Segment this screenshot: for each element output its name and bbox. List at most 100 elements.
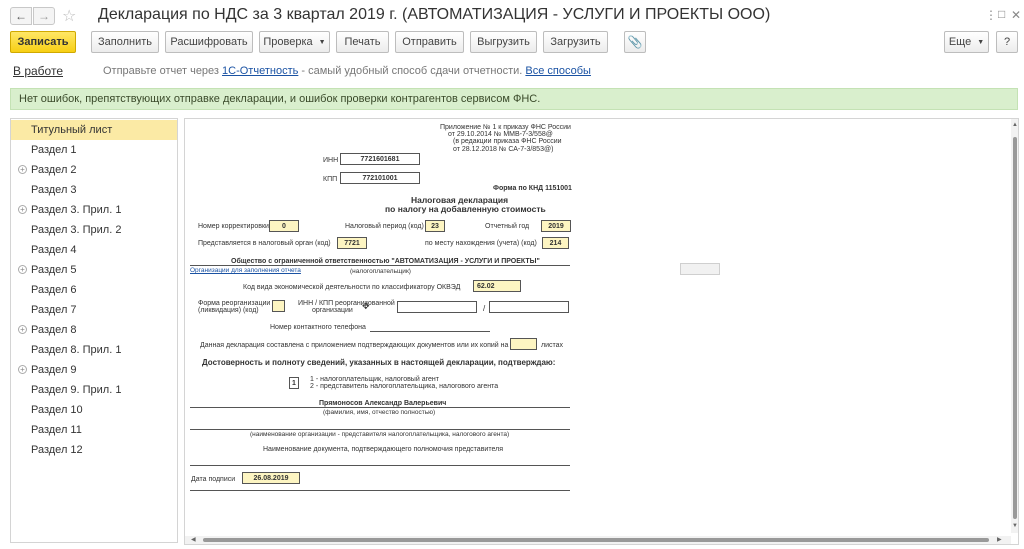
- sidebar-item[interactable]: + Раздел 2: [11, 160, 177, 180]
- scroll-right-icon[interactable]: ▶: [997, 536, 1002, 543]
- fill-button[interactable]: Заполнить: [91, 31, 159, 53]
- vertical-scroll-thumb[interactable]: [1013, 137, 1017, 519]
- sidebar-item-label: Раздел 2: [31, 164, 77, 176]
- expand-icon[interactable]: +: [18, 325, 27, 334]
- sidebar-item-label: Раздел 1: [31, 144, 77, 156]
- sidebar-item[interactable]: Раздел 4: [11, 240, 177, 260]
- maximize-button[interactable]: □: [998, 7, 1005, 21]
- period-field[interactable]: 23: [425, 220, 445, 232]
- sidebar-item[interactable]: Раздел 9. Прил. 1: [11, 380, 177, 400]
- favorite-button[interactable]: ☆: [62, 6, 76, 26]
- all-ways-link[interactable]: Все способы: [525, 65, 591, 77]
- sidebar-item[interactable]: Раздел 6: [11, 280, 177, 300]
- sidebar-item[interactable]: Раздел 7: [11, 300, 177, 320]
- expand-icon[interactable]: +: [18, 265, 27, 274]
- close-button[interactable]: ✕: [1011, 8, 1021, 22]
- reporting-hint: Отправьте отчет через 1С-Отчетность - са…: [103, 65, 591, 77]
- sidebar-item[interactable]: Раздел 10: [11, 400, 177, 420]
- side-input-field[interactable]: [680, 263, 720, 275]
- vertical-dots-icon: ⋮: [985, 8, 997, 22]
- more-dropdown-button[interactable]: Еще ▼: [944, 31, 989, 53]
- phone-field-line[interactable]: [370, 331, 490, 332]
- more-actions-button[interactable]: ⋮: [985, 8, 997, 22]
- 1c-reporting-link[interactable]: 1С-Отчетность: [222, 65, 298, 77]
- print-button[interactable]: Печать: [336, 31, 389, 53]
- sidebar-item[interactable]: + Раздел 5: [11, 260, 177, 280]
- kpp-field[interactable]: 772101001: [340, 172, 420, 184]
- cursor-move-icon: ✥: [362, 301, 370, 311]
- sidebar-item-label: Титульный лист: [31, 124, 113, 136]
- reorg-inn-label-2: организации: [312, 307, 353, 314]
- title-bar: ← → ☆ Декларация по НДС за 3 квартал 201…: [0, 0, 1024, 32]
- caret-down-icon: ▼: [318, 38, 326, 46]
- sidebar-item[interactable]: + Раздел 8: [11, 320, 177, 340]
- sign-date-field[interactable]: 26.08.2019: [242, 472, 300, 484]
- sheets-count-field[interactable]: [510, 338, 537, 350]
- sidebar-item[interactable]: + Раздел 9: [11, 360, 177, 380]
- sidebar-item[interactable]: Титульный лист: [11, 120, 177, 140]
- sidebar-item[interactable]: Раздел 3: [11, 180, 177, 200]
- save-button[interactable]: Записать: [10, 31, 76, 53]
- sidebar-item[interactable]: Раздел 8. Прил. 1: [11, 340, 177, 360]
- horizontal-scrollbar[interactable]: ◀ ▶: [185, 536, 1011, 544]
- okved-label: Код вида экономической деятельности по к…: [243, 284, 461, 291]
- authority-doc-caption: Наименование документа, подтверждающего …: [263, 446, 503, 453]
- paperclip-icon: 📎: [627, 35, 643, 49]
- reorg-code-field[interactable]: [272, 300, 285, 312]
- reorg-kpp-field[interactable]: [489, 301, 569, 313]
- sidebar-item-label: Раздел 7: [31, 304, 77, 316]
- import-button[interactable]: Загрузить: [543, 31, 608, 53]
- rep-org-caption: (наименование организации - представител…: [250, 431, 510, 438]
- arrow-right-icon: →: [38, 9, 50, 23]
- sidebar-item-label: Раздел 11: [31, 424, 82, 436]
- sidebar-item[interactable]: Раздел 1: [11, 140, 177, 160]
- signer-code-field[interactable]: 1: [289, 377, 299, 389]
- confirmation-title: Достоверность и полноту сведений, указан…: [202, 358, 556, 367]
- attach-button[interactable]: 📎: [624, 31, 646, 53]
- sidebar-item[interactable]: Раздел 11: [11, 420, 177, 440]
- attached-docs-label: Данная декларация составлена с приложени…: [200, 342, 509, 349]
- sign-date-label: Дата подписи: [191, 476, 236, 483]
- section-list: Титульный лист Раздел 1 + Раздел 2 Раздел 3 +…: [10, 118, 178, 543]
- check-dropdown-button[interactable]: Проверка ▼: [259, 31, 330, 53]
- send-button[interactable]: Отправить: [395, 31, 464, 53]
- authority-field[interactable]: 7721: [337, 237, 367, 249]
- horizontal-scroll-thumb[interactable]: [203, 538, 989, 542]
- sidebar-item[interactable]: Раздел 12: [11, 440, 177, 460]
- status-line: В работе Отправьте отчет через 1С-Отчетн…: [13, 64, 1013, 80]
- expand-icon[interactable]: +: [18, 365, 27, 374]
- back-button[interactable]: ←: [10, 7, 32, 25]
- sidebar-item-label: Раздел 12: [31, 444, 83, 456]
- location-label: по месту нахождения (учета) (код): [425, 240, 537, 247]
- export-button[interactable]: Выгрузить: [470, 31, 537, 53]
- expand-icon[interactable]: +: [18, 205, 27, 214]
- scroll-down-icon[interactable]: ▼: [1012, 523, 1018, 529]
- okved-field[interactable]: 62.02: [473, 280, 521, 292]
- signer-name-underline: [190, 407, 570, 408]
- more-label: Еще: [948, 36, 972, 48]
- year-label: Отчетный год: [485, 223, 530, 230]
- inn-kpp-separator: /: [483, 304, 486, 313]
- decode-button[interactable]: Расшифровать: [165, 31, 253, 53]
- reorg-inn-field[interactable]: [397, 301, 477, 313]
- scroll-left-icon[interactable]: ◀: [191, 536, 196, 543]
- location-field[interactable]: 214: [542, 237, 569, 249]
- forward-button[interactable]: →: [33, 7, 55, 25]
- hint-suffix: - самый удобный способ сдачи отчетности.: [301, 65, 523, 77]
- organization-name: Общество с ограниченной ответственностью…: [231, 258, 540, 265]
- inn-field[interactable]: 7721601681: [340, 153, 420, 165]
- appendix-line-3: (в редакции приказа ФНС России: [453, 138, 562, 145]
- sidebar-item[interactable]: + Раздел 3. Прил. 1: [11, 200, 177, 220]
- organizations-link[interactable]: Организации для заполнения отчета: [190, 267, 301, 274]
- document-state-link[interactable]: В работе: [13, 64, 63, 78]
- check-result-banner: Нет ошибок, препятствующих отправке декл…: [10, 88, 1018, 110]
- org-name-underline: [190, 265, 570, 266]
- vertical-scrollbar[interactable]: ▲ ▼: [1011, 119, 1018, 533]
- scroll-up-icon[interactable]: ▲: [1012, 122, 1018, 128]
- sidebar-item[interactable]: Раздел 3. Прил. 2: [11, 220, 177, 240]
- correction-field[interactable]: 0: [269, 220, 299, 232]
- help-button[interactable]: ?: [996, 31, 1018, 53]
- expand-icon[interactable]: +: [18, 165, 27, 174]
- phone-label: Номер контактного телефона: [270, 324, 366, 331]
- year-field[interactable]: 2019: [541, 220, 571, 232]
